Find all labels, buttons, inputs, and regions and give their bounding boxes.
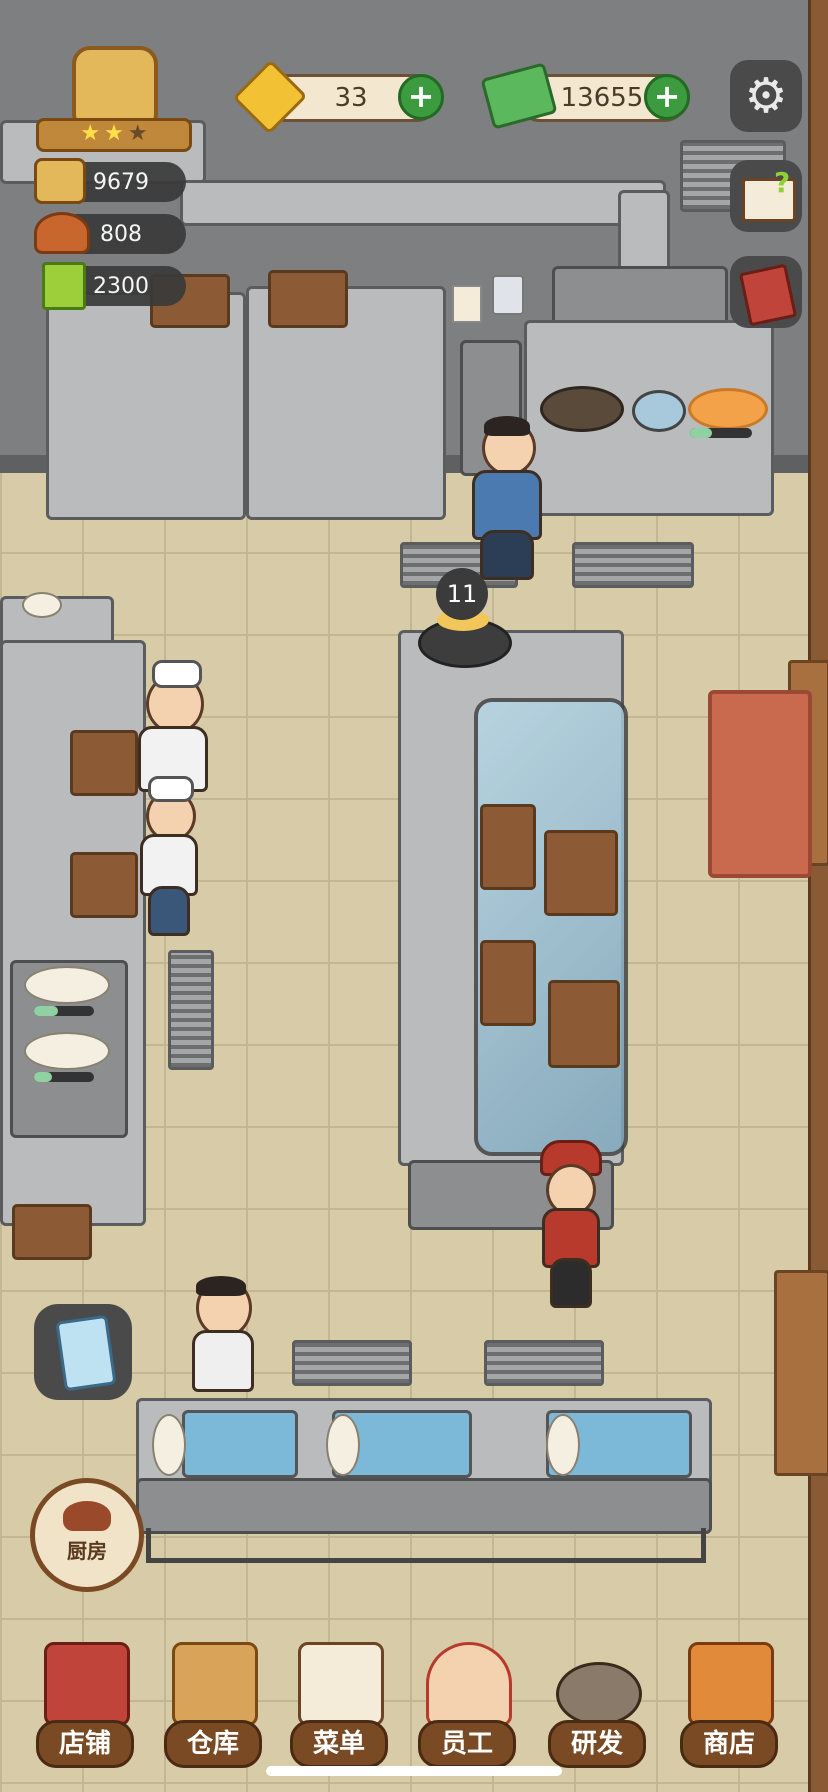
waiter[interactable] [536, 1140, 602, 1310]
rank-badge[interactable]: ★ ★ ★ [36, 46, 192, 152]
pot [632, 390, 686, 432]
cutting-board-sign [12, 1204, 92, 1260]
cooked-dish [688, 388, 768, 430]
plate-stack [546, 1414, 580, 1476]
door-frame-lower [774, 1270, 828, 1476]
shop-building-icon [44, 1642, 130, 1726]
prep-progress-bar [34, 1006, 94, 1016]
serving-dish-icon [34, 212, 90, 254]
store-icon [688, 1642, 774, 1726]
glass-display-case [474, 698, 628, 1156]
right-wall [808, 0, 828, 1792]
nav-label: 商店 [680, 1720, 778, 1768]
help-book-icon[interactable]: ? [730, 160, 802, 232]
prep-cook[interactable] [132, 776, 202, 936]
floor-rug [708, 690, 812, 878]
star-empty-icon: ★ [127, 121, 148, 146]
floor-vent [572, 542, 694, 588]
cooking-pot[interactable] [418, 609, 512, 668]
add-gems-button[interactable]: + [398, 74, 444, 120]
pot-icon [63, 1501, 111, 1531]
nav-research[interactable]: 研发 [548, 1642, 646, 1772]
staff-icon [426, 1642, 512, 1726]
sink-legs [146, 1528, 706, 1563]
settings-gear-icon[interactable]: ⚙ [730, 60, 802, 132]
wall-device [492, 275, 524, 315]
dish-plate [24, 1032, 110, 1070]
floor-vent [168, 950, 214, 1070]
prep-cook[interactable] [130, 660, 210, 792]
tray [480, 804, 536, 890]
sink [182, 1410, 298, 1478]
prep-progress-bar [34, 1072, 94, 1082]
cash-count: 13655 [560, 83, 644, 113]
cash-counter: 13655 + [480, 62, 690, 130]
floor-vent [292, 1340, 412, 1386]
nav-store[interactable]: 商店 [680, 1642, 778, 1772]
star-icon: ★ [80, 121, 101, 146]
sink-front [136, 1478, 712, 1534]
gem-count: 33 [334, 83, 368, 113]
clipboard-orders-icon[interactable] [34, 1304, 132, 1400]
nav-label: 员工 [418, 1720, 516, 1768]
kitchen-button[interactable]: 厨房 [30, 1478, 144, 1592]
head-chef[interactable] [472, 412, 544, 582]
tray [548, 980, 620, 1068]
stove-progress-bar [690, 428, 752, 438]
recipe-book-icon [42, 262, 86, 310]
rice-pot-icon [34, 158, 86, 204]
nav-shop[interactable]: 店铺 [36, 1642, 134, 1772]
add-cash-button[interactable]: + [644, 74, 690, 120]
nav-label: 菜单 [290, 1720, 388, 1768]
tray [480, 940, 536, 1026]
nav-staff[interactable]: 员工 [418, 1642, 516, 1772]
ceiling-duct-down [618, 190, 670, 276]
journal-book-icon[interactable] [730, 256, 802, 328]
nav-warehouse[interactable]: 仓库 [164, 1642, 262, 1772]
home-indicator[interactable] [266, 1766, 562, 1776]
dish-plate [24, 966, 110, 1004]
plate-stack [326, 1414, 360, 1476]
nav-label: 仓库 [164, 1720, 262, 1768]
wok [540, 386, 624, 432]
cutting-board [70, 852, 138, 918]
tray [544, 830, 618, 916]
kitchen-button-label: 厨房 [67, 1539, 107, 1563]
ceiling-duct [180, 180, 666, 226]
plate-stack [22, 592, 62, 618]
warehouse-boxes-icon [172, 1642, 258, 1726]
dishwasher[interactable] [188, 1276, 254, 1398]
nav-label: 研发 [548, 1720, 646, 1768]
nav-label: 店铺 [36, 1720, 134, 1768]
plate-stack [152, 1414, 186, 1476]
menu-clipboard-icon [298, 1642, 384, 1726]
star-icon: ★ [104, 121, 124, 146]
floor-vent [484, 1340, 604, 1386]
research-wok-icon [556, 1662, 642, 1726]
order-note [452, 285, 482, 323]
prep-counter[interactable] [0, 640, 146, 1226]
cutting-board [70, 730, 138, 796]
cutting-board-sign [268, 270, 348, 328]
nav-menu[interactable]: 菜单 [290, 1642, 388, 1772]
gem-counter: 33 + [232, 59, 444, 135]
